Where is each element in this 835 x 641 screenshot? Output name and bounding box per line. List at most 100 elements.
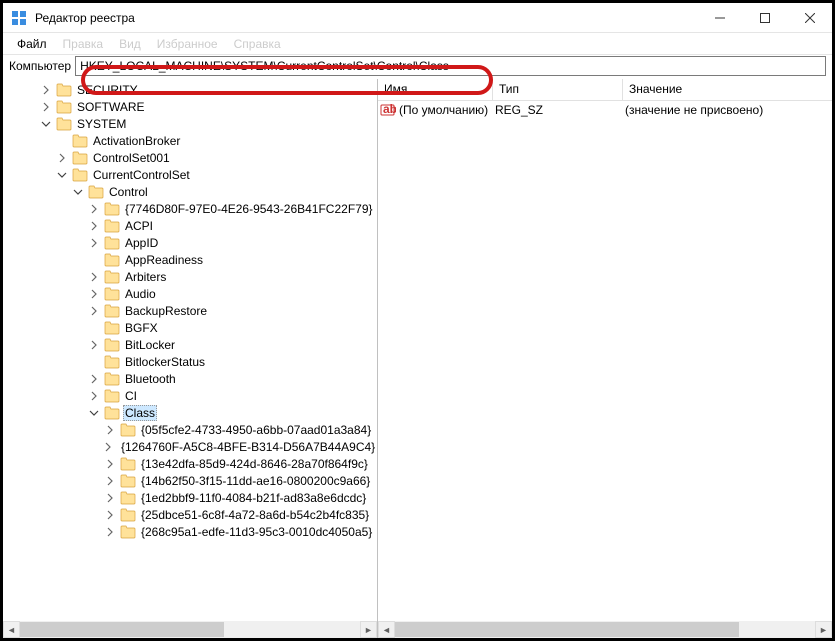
folder-icon (104, 406, 120, 420)
tree-item[interactable]: BackupRestore (3, 302, 377, 319)
col-type[interactable]: Тип (493, 79, 623, 100)
expand-icon[interactable] (39, 100, 53, 114)
tree-item[interactable]: SECURITY (3, 81, 377, 98)
address-input[interactable] (75, 56, 826, 76)
menu-view[interactable]: Вид (111, 35, 149, 52)
tree-item[interactable]: BitLocker (3, 336, 377, 353)
tree-item-label: {25dbce51-6c8f-4a72-8a6d-b54c2b4fc835} (139, 508, 371, 522)
col-name[interactable]: Имя (378, 79, 493, 100)
expand-icon[interactable] (39, 83, 53, 97)
expand-icon[interactable] (103, 474, 117, 488)
expand-icon[interactable] (87, 236, 101, 250)
collapse-icon[interactable] (39, 117, 53, 131)
folder-icon (120, 457, 136, 471)
folder-icon (104, 355, 120, 369)
expand-icon[interactable] (87, 287, 101, 301)
tree-item[interactable]: {05f5cfe2-4733-4950-a6bb-07aad01a3a84} (3, 421, 377, 438)
folder-icon (104, 253, 120, 267)
expand-icon[interactable] (87, 202, 101, 216)
tree-item[interactable]: SYSTEM (3, 115, 377, 132)
scroll-left-icon[interactable]: ◄ (3, 621, 20, 638)
close-button[interactable] (787, 3, 832, 33)
tree-item[interactable]: {7746D80F-97E0-4E26-9543-26B41FC22F79} (3, 200, 377, 217)
expand-icon[interactable] (103, 508, 117, 522)
window-controls (697, 3, 832, 33)
address-bar: Компьютер (3, 55, 832, 79)
tree-item[interactable]: ControlSet001 (3, 149, 377, 166)
expand-icon[interactable] (87, 338, 101, 352)
expand-icon[interactable] (103, 525, 117, 539)
collapse-icon[interactable] (55, 168, 69, 182)
svg-text:ab: ab (383, 103, 396, 116)
expand-icon[interactable] (87, 270, 101, 284)
values-hscrollbar[interactable]: ◄ ► (378, 621, 832, 638)
tree-item[interactable]: Arbiters (3, 268, 377, 285)
values-header: Имя Тип Значение (378, 79, 832, 101)
folder-icon (120, 491, 136, 505)
tree-item-label: {7746D80F-97E0-4E26-9543-26B41FC22F79} (123, 202, 375, 216)
tree-item[interactable]: Bluetooth (3, 370, 377, 387)
tree-item[interactable]: SOFTWARE (3, 98, 377, 115)
tree-item[interactable]: AppID (3, 234, 377, 251)
tree-item[interactable]: Control (3, 183, 377, 200)
folder-icon (120, 474, 136, 488)
collapse-icon[interactable] (71, 185, 85, 199)
tree-item-label: Bluetooth (123, 372, 178, 386)
tree-item[interactable]: Class (3, 404, 377, 421)
tree-item[interactable]: Audio (3, 285, 377, 302)
folder-icon (120, 423, 136, 437)
scroll-left-icon[interactable]: ◄ (378, 621, 395, 638)
registry-tree[interactable]: SECURITYSOFTWARESYSTEMActivationBrokerCo… (3, 79, 377, 542)
values-list[interactable]: ab(По умолчанию)REG_SZ(значение не присв… (378, 101, 832, 118)
tree-item[interactable]: AppReadiness (3, 251, 377, 268)
expand-icon[interactable] (87, 372, 101, 386)
menu-edit[interactable]: Правка (55, 35, 112, 52)
tree-item[interactable]: {13e42dfa-85d9-424d-8646-28a70f864f9c} (3, 455, 377, 472)
expand-icon[interactable] (103, 423, 117, 437)
scroll-right-icon[interactable]: ► (815, 621, 832, 638)
folder-icon (104, 219, 120, 233)
expand-icon[interactable] (87, 389, 101, 403)
folder-icon (104, 304, 120, 318)
expand-icon[interactable] (55, 151, 69, 165)
expand-icon[interactable] (103, 491, 117, 505)
tree-item-label: CI (123, 389, 139, 403)
tree-item[interactable]: CurrentControlSet (3, 166, 377, 183)
tree-item[interactable]: {1264760F-A5C8-4BFE-B314-D56A7B44A9C4} (3, 438, 377, 455)
tree-item-label: ACPI (123, 219, 155, 233)
tree-item[interactable]: ACPI (3, 217, 377, 234)
expand-icon[interactable] (103, 457, 117, 471)
tree-item[interactable]: CI (3, 387, 377, 404)
folder-icon (88, 185, 104, 199)
scroll-right-icon[interactable]: ► (360, 621, 377, 638)
folder-icon (104, 202, 120, 216)
string-value-icon: ab (380, 103, 396, 117)
tree-item[interactable]: {1ed2bbf9-11f0-4084-b21f-ad83a8e6dcdc} (3, 489, 377, 506)
value-row[interactable]: ab(По умолчанию)REG_SZ(значение не присв… (378, 101, 832, 118)
tree-item-label: ActivationBroker (91, 134, 182, 148)
maximize-button[interactable] (742, 3, 787, 33)
tree-item-label: Arbiters (123, 270, 168, 284)
menu-help[interactable]: Справка (226, 35, 289, 52)
expand-icon[interactable] (103, 440, 113, 454)
expand-icon[interactable] (87, 304, 101, 318)
tree-hscrollbar[interactable]: ◄ ► (3, 621, 377, 638)
expand-icon[interactable] (87, 219, 101, 233)
tree-item-label: BGFX (123, 321, 160, 335)
tree-item[interactable]: ActivationBroker (3, 132, 377, 149)
folder-icon (104, 287, 120, 301)
folder-icon (104, 389, 120, 403)
tree-item[interactable]: BGFX (3, 319, 377, 336)
menu-file[interactable]: Файл (9, 35, 55, 52)
folder-icon (120, 508, 136, 522)
tree-item[interactable]: {268c95a1-edfe-11d3-95c3-0010dc4050a5} (3, 523, 377, 540)
tree-item[interactable]: {14b62f50-3f15-11dd-ae16-0800200c9a66} (3, 472, 377, 489)
col-data[interactable]: Значение (623, 79, 832, 100)
tree-item-label: {14b62f50-3f15-11dd-ae16-0800200c9a66} (139, 474, 372, 488)
folder-icon (56, 100, 72, 114)
tree-item[interactable]: {25dbce51-6c8f-4a72-8a6d-b54c2b4fc835} (3, 506, 377, 523)
minimize-button[interactable] (697, 3, 742, 33)
tree-item[interactable]: BitlockerStatus (3, 353, 377, 370)
menu-favorites[interactable]: Избранное (149, 35, 226, 52)
collapse-icon[interactable] (87, 406, 101, 420)
